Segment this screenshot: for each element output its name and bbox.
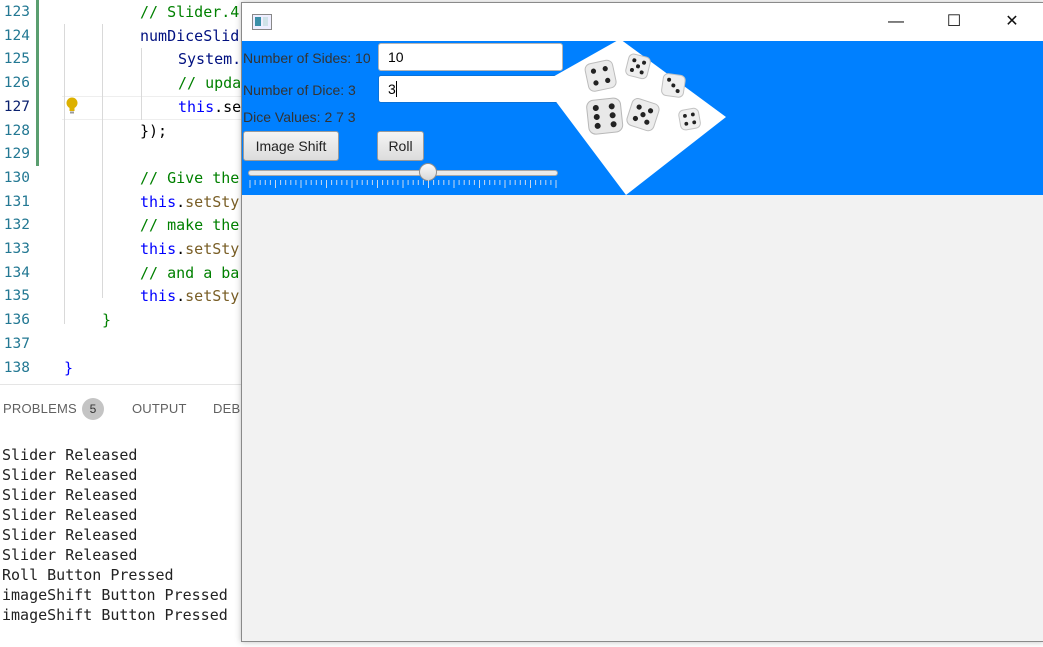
code-text: numDiceSlid <box>140 24 239 48</box>
image-shift-button[interactable]: Image Shift <box>243 131 339 161</box>
maximize-button[interactable]: ☐ <box>925 3 983 41</box>
problems-count-badge: 5 <box>82 398 104 420</box>
code-token: this <box>140 287 177 306</box>
code-text: // and a ba <box>140 261 239 285</box>
slider-track[interactable] <box>248 170 558 176</box>
minimize-icon: — <box>888 13 904 30</box>
code-token: this <box>178 97 215 116</box>
code-token: . <box>176 240 186 258</box>
code-token: // upda <box>178 74 242 93</box>
line-number: 130 <box>3 169 30 186</box>
maximize-icon: ☐ <box>946 13 962 30</box>
line-number: 124 <box>3 27 30 44</box>
app-icon <box>252 14 272 30</box>
code-token: setSty <box>185 240 240 258</box>
code-token: // make the <box>140 216 240 235</box>
code-text: // make the <box>140 213 239 237</box>
code-token: this <box>140 240 177 258</box>
output-line: Roll Button Pressed <box>2 566 174 584</box>
sides-field[interactable]: 10 <box>378 43 563 71</box>
code-token: } <box>102 311 112 330</box>
code-token: numDiceSlid <box>140 26 240 45</box>
roll-button[interactable]: Roll <box>377 131 424 161</box>
close-button[interactable]: ✕ <box>983 3 1041 41</box>
code-text: System. <box>178 47 241 71</box>
output-line: imageShift Button Pressed <box>2 586 228 604</box>
line-number: 132 <box>3 217 30 234</box>
line-number: 123 <box>3 4 30 20</box>
code-text: } <box>64 356 73 380</box>
text-cursor <box>395 81 397 97</box>
line-number: 138 <box>3 359 30 376</box>
close-icon: ✕ <box>1005 13 1019 30</box>
line-number: 128 <box>3 122 30 139</box>
dice-count-value: 3 <box>388 81 396 97</box>
output-line: Slider Released <box>2 506 138 524</box>
dice-count-label: Number of Dice: 3 <box>243 82 356 98</box>
line-number: 133 <box>3 241 30 257</box>
javafx-window: — ☐ ✕ Number of Sides: 10 10 Number of D… <box>241 2 1043 642</box>
line-number: 127 <box>3 98 30 115</box>
code-token: } <box>64 358 74 377</box>
minimize-button[interactable]: — <box>867 3 925 41</box>
output-line: Slider Released <box>2 526 138 544</box>
line-number: 134 <box>3 264 30 281</box>
line-number: 135 <box>3 288 30 305</box>
code-token: . <box>176 287 186 306</box>
line-number: 136 <box>3 312 30 329</box>
dice-slider[interactable] <box>248 163 558 191</box>
dice-image <box>542 39 726 195</box>
dice-values-label: Dice Values: 2 7 3 <box>243 109 356 125</box>
code-text: }); <box>140 119 167 143</box>
line-number: 126 <box>3 75 30 92</box>
code-text: this.setSty <box>140 284 239 308</box>
code-token: System. <box>178 50 242 69</box>
code-token: // Give the <box>140 168 240 187</box>
code-token: }); <box>140 121 168 140</box>
code-text: } <box>102 308 111 332</box>
code-token: this <box>140 192 177 211</box>
output-line: Slider Released <box>2 546 138 564</box>
line-number: 125 <box>3 51 30 68</box>
code-token: setSty <box>185 287 240 306</box>
control-pane: Number of Sides: 10 10 Number of Dice: 3… <box>242 39 1043 195</box>
code-token: // and a ba <box>140 263 240 282</box>
sides-label: Number of Sides: 10 <box>243 50 371 66</box>
tab-problems[interactable]: PROBLEMS <box>3 401 77 416</box>
code-text: this.se <box>178 95 241 119</box>
output-line: imageShift Button Pressed <box>2 606 228 624</box>
output-line: Slider Released <box>2 466 138 484</box>
output-line: Slider Released <box>2 486 138 504</box>
slider-thumb[interactable] <box>418 163 437 181</box>
code-token: .se <box>214 97 242 116</box>
slider-ticks <box>249 180 557 188</box>
code-text: this.setSty <box>140 190 239 214</box>
code-token: . <box>176 192 186 211</box>
line-number: 129 <box>3 146 30 163</box>
code-text: // Slider.4 <box>140 0 239 24</box>
line-number: 137 <box>3 335 30 352</box>
code-token: // Slider.4 <box>140 3 240 21</box>
title-bar[interactable]: — ☐ ✕ <box>242 3 1043 41</box>
output-line: Slider Released <box>2 446 138 464</box>
line-number: 131 <box>3 193 30 210</box>
dice-count-field[interactable]: 3 <box>378 75 563 103</box>
code-text: // Give the <box>140 166 239 190</box>
tab-output[interactable]: OUTPUT <box>132 401 187 416</box>
code-text: this.setSty <box>140 237 239 261</box>
code-token: setSty <box>185 192 240 211</box>
code-text: // upda <box>178 71 241 95</box>
